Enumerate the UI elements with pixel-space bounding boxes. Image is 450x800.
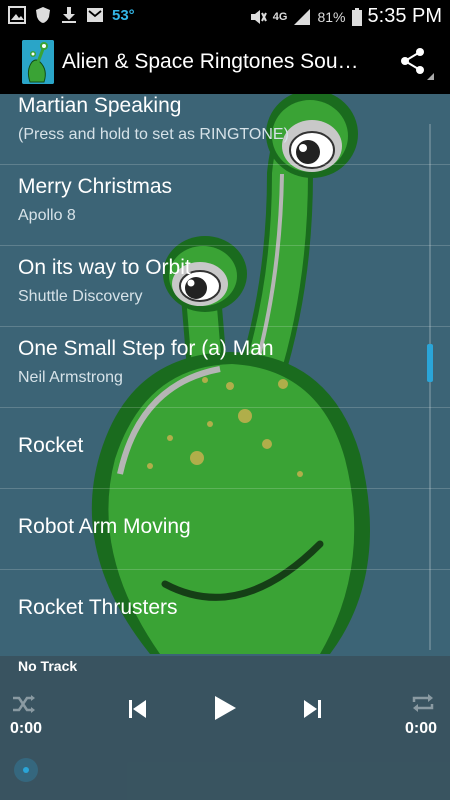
battery-percent: 81% xyxy=(317,8,346,25)
app-logo-icon xyxy=(22,40,54,84)
repeat-icon xyxy=(412,694,434,712)
play-icon xyxy=(215,696,236,720)
app-title: Alien & Space Ringtones Sou… xyxy=(62,50,359,73)
clock: 5:35 PM xyxy=(367,5,442,27)
list-item-title: On its way to Orbit xyxy=(18,256,191,279)
mute-icon xyxy=(249,8,267,26)
network-type: 4G xyxy=(272,10,288,23)
list-item[interactable]: Rocket Thrusters xyxy=(0,570,450,650)
overflow-indicator xyxy=(427,73,434,80)
skip-next-icon xyxy=(304,700,321,718)
ringtone-list: Martian Speaking (Press and hold to set … xyxy=(0,94,450,650)
email-icon xyxy=(86,6,104,24)
status-bar: 53° 4G 81% 5:35 PM xyxy=(0,0,450,32)
list-item-subtitle: (Press and hold to set as RINGTONE) xyxy=(18,126,289,143)
shield-icon xyxy=(34,6,52,24)
skip-previous-icon xyxy=(129,700,146,718)
list-item-subtitle: Apollo 8 xyxy=(18,207,76,224)
shuffle-icon xyxy=(13,695,35,713)
previous-button[interactable] xyxy=(128,698,148,720)
share-button[interactable] xyxy=(394,46,434,80)
repeat-button[interactable] xyxy=(410,692,436,714)
now-playing-track: No Track xyxy=(18,658,78,674)
list-item[interactable]: Robot Arm Moving xyxy=(0,489,450,570)
list-item-title: Robot Arm Moving xyxy=(18,515,191,538)
battery-icon xyxy=(351,7,362,26)
signal-icon xyxy=(293,8,311,26)
shuffle-button[interactable] xyxy=(12,694,36,714)
scrollbar-thumb[interactable] xyxy=(427,344,433,382)
list-item-title: Rocket xyxy=(18,434,84,457)
media-player: No Track 0:00 0:00 xyxy=(0,656,450,800)
gallery-icon xyxy=(8,6,26,24)
next-button[interactable] xyxy=(302,698,322,720)
list-item-title: Rocket Thrusters xyxy=(18,596,178,619)
play-button[interactable] xyxy=(212,694,238,722)
elapsed-time: 0:00 xyxy=(10,720,43,737)
list-item-title: One Small Step for (a) Man xyxy=(18,337,274,360)
share-icon xyxy=(401,48,424,74)
list-item-title: Merry Christmas xyxy=(18,175,173,198)
seek-handle-icon xyxy=(14,758,38,782)
list-item[interactable]: On its way to Orbit Shuttle Discovery xyxy=(0,246,450,327)
list-item-subtitle: Shuttle Discovery xyxy=(18,288,143,305)
list-item-title: Martian Speaking xyxy=(18,94,182,117)
total-duration: 0:00 xyxy=(405,720,438,737)
download-icon xyxy=(60,6,78,24)
list-item[interactable]: One Small Step for (a) Man Neil Armstron… xyxy=(0,327,450,408)
app-bar: Alien & Space Ringtones Sou… xyxy=(0,32,450,94)
list-item[interactable]: Rocket xyxy=(0,408,450,489)
list-item-subtitle: Neil Armstrong xyxy=(18,369,123,386)
ringtone-list-area: Martian Speaking (Press and hold to set … xyxy=(0,94,450,656)
list-item[interactable]: Merry Christmas Apollo 8 xyxy=(0,165,450,246)
seekbar-thumb[interactable] xyxy=(12,756,40,784)
weather-temperature: 53° xyxy=(112,6,135,24)
list-item[interactable]: Martian Speaking (Press and hold to set … xyxy=(0,94,450,165)
scrollbar-track[interactable] xyxy=(429,124,431,650)
